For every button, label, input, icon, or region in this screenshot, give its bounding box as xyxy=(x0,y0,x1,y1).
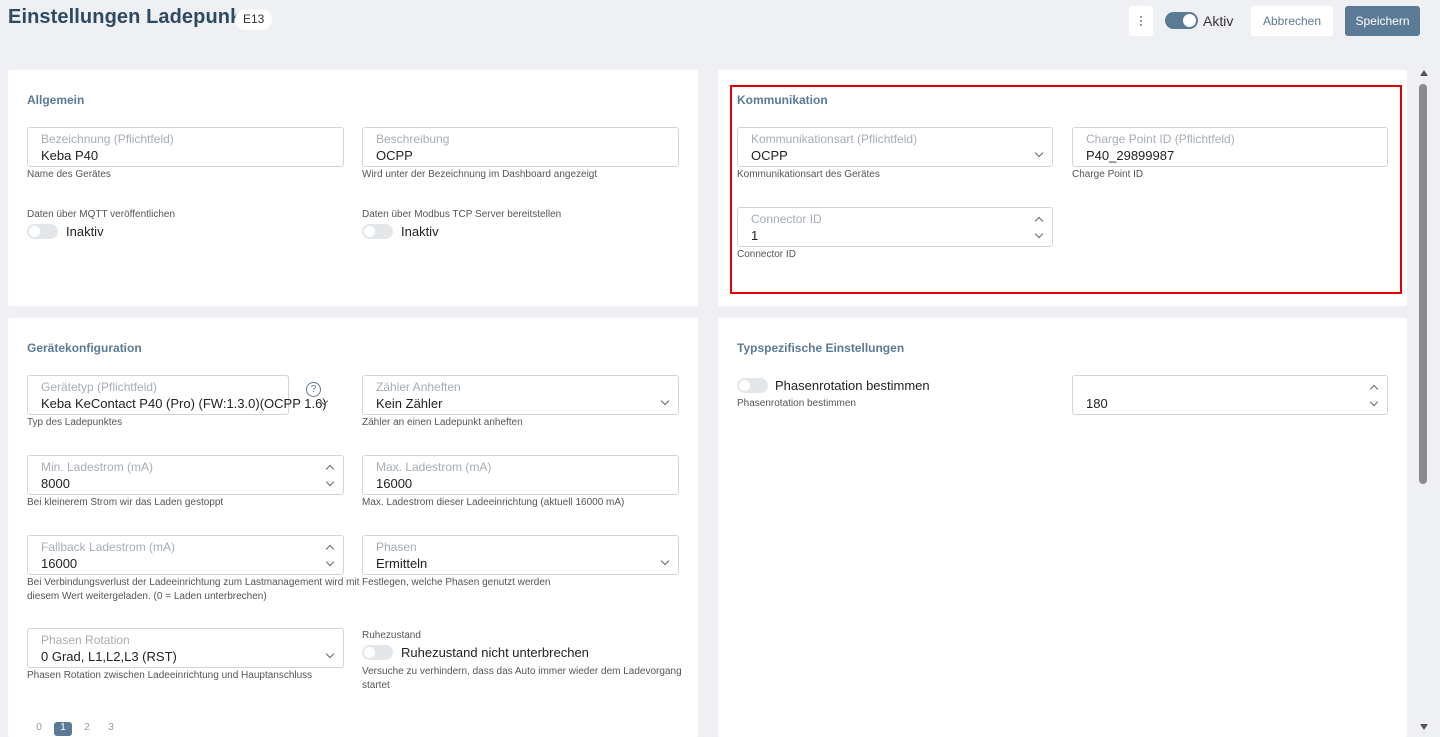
fallback-ladestrom-stepper[interactable]: Fallback Ladestrom (mA) 16000 xyxy=(27,535,344,575)
aktiv-toggle[interactable] xyxy=(1165,12,1198,29)
modbus-label: Daten über Modbus TCP Server bereitstell… xyxy=(362,209,562,220)
ruhezustand-label: Ruhezustand xyxy=(362,630,421,641)
zaehler-select[interactable]: Zähler Anheften Kein Zähler xyxy=(362,375,679,415)
aktiv-label: Aktiv xyxy=(1203,13,1234,29)
chevron-down-icon[interactable] xyxy=(1369,397,1379,407)
cancel-button[interactable]: Abbrechen xyxy=(1251,6,1333,36)
ruhezustand-toggle-label: Ruhezustand nicht unterbrechen xyxy=(401,645,589,660)
min-ladestrom-label: Min. Ladestrom (mA) xyxy=(41,460,154,474)
highlight-box xyxy=(730,85,1402,294)
degree-value: 180 xyxy=(1086,396,1108,411)
mqtt-toggle[interactable] xyxy=(27,224,58,239)
save-button[interactable]: Speichern xyxy=(1345,6,1420,36)
phasen-value: Ermitteln xyxy=(376,556,428,571)
max-ladestrom-field[interactable]: Max. Ladestrom (mA) 16000 xyxy=(362,455,679,495)
geraetetyp-label: Gerätetyp (Pflichtfeld) xyxy=(41,380,158,394)
pager-item-active[interactable]: 1 xyxy=(54,722,72,736)
scroll-down-arrow-icon[interactable] xyxy=(1420,724,1428,730)
degree-stepper[interactable]: 180 xyxy=(1072,375,1388,415)
chevron-down-icon[interactable] xyxy=(325,557,335,567)
phasenrotation-toggle[interactable] xyxy=(737,378,768,393)
phasen-rotation-select[interactable]: Phasen Rotation 0 Grad, L1,L2,L3 (RST) xyxy=(27,628,344,668)
ruhezustand-toggle[interactable] xyxy=(362,645,393,660)
min-ladestrom-help: Bei kleinerem Strom wir das Laden gestop… xyxy=(27,497,224,508)
ruhezustand-help-line1: Versuche zu verhindern, dass das Auto im… xyxy=(362,666,682,677)
fallback-help-line1: Bei Verbindungsverlust der Ladeeinrichtu… xyxy=(27,577,360,588)
beschreibung-field[interactable]: Beschreibung OCPP xyxy=(362,127,679,167)
scroll-up-arrow-icon[interactable] xyxy=(1420,70,1428,76)
zaehler-help: Zähler an einen Ladepunkt anheften xyxy=(362,417,523,428)
chevron-up-icon[interactable] xyxy=(1369,384,1379,394)
beschreibung-value: OCPP xyxy=(376,148,413,163)
geraetetyp-help: Typ des Ladepunktes xyxy=(27,417,123,428)
phasenrotation-toggle-label: Phasenrotation bestimmen xyxy=(775,378,930,393)
bezeichnung-value: Keba P40 xyxy=(41,148,99,163)
chevron-up-icon[interactable] xyxy=(325,464,335,474)
phasen-select[interactable]: Phasen Ermitteln xyxy=(362,535,679,575)
chevron-down-icon xyxy=(660,556,670,566)
mqtt-state: Inaktiv xyxy=(66,224,104,239)
more-options-icon[interactable] xyxy=(1129,6,1153,36)
bezeichnung-help: Name des Gerätes xyxy=(27,169,111,180)
chevron-down-icon xyxy=(660,396,670,406)
phasen-rotation-label: Phasen Rotation xyxy=(41,633,130,647)
modbus-toggle[interactable] xyxy=(362,224,393,239)
modbus-state: Inaktiv xyxy=(401,224,439,239)
chevron-down-icon xyxy=(325,649,335,659)
phasen-rotation-help: Phasen Rotation zwischen Ladeeinrichtung… xyxy=(27,670,313,681)
vertical-scrollbar[interactable] xyxy=(1418,70,1428,730)
min-ladestrom-stepper[interactable]: Min. Ladestrom (mA) 8000 xyxy=(27,455,344,495)
section-title-geraetekonfiguration: Gerätekonfiguration xyxy=(27,341,142,355)
geraetetyp-select[interactable]: Gerätetyp (Pflichtfeld) Keba KeContact P… xyxy=(27,375,327,415)
phasen-help: Festlegen, welche Phasen genutzt werden xyxy=(362,577,551,588)
pager-item[interactable]: 0 xyxy=(30,722,48,736)
bezeichnung-field[interactable]: Bezeichnung (Pflichtfeld) Keba P40 xyxy=(27,127,344,167)
zaehler-label: Zähler Anheften xyxy=(376,380,461,394)
min-ladestrom-value: 8000 xyxy=(41,476,70,491)
geraetetyp-value: Keba KeContact P40 (Pro) (FW:1.3.0)(OCPP… xyxy=(41,396,327,411)
section-title-allgemein: Allgemein xyxy=(27,93,85,107)
fallback-ladestrom-value: 16000 xyxy=(41,556,78,571)
phasen-label: Phasen xyxy=(376,540,417,554)
help-icon[interactable]: ? xyxy=(306,382,321,397)
page-header: Einstellungen Ladepunkt E13 Aktiv Abbrec… xyxy=(0,0,1440,56)
card-geraetekonfiguration: Gerätekonfiguration Gerätetyp (Pflichtfe… xyxy=(8,318,698,737)
phasen-rotation-value: 0 Grad, L1,L2,L3 (RST) xyxy=(41,649,177,664)
beschreibung-help: Wird unter der Bezeichnung im Dashboard … xyxy=(362,169,598,180)
max-ladestrom-help: Max. Ladestrom dieser Ladeeinrichtung (a… xyxy=(362,497,625,508)
zaehler-value: Kein Zähler xyxy=(376,396,443,411)
beschreibung-label: Beschreibung xyxy=(376,132,450,146)
max-ladestrom-value: 16000 xyxy=(376,476,413,491)
pager: 0 1 2 3 xyxy=(30,722,120,736)
mqtt-label: Daten über MQTT veröffentlichen xyxy=(27,209,176,220)
device-badge: E13 xyxy=(235,9,273,30)
chevron-down-icon[interactable] xyxy=(325,477,335,487)
fallback-ladestrom-label: Fallback Ladestrom (mA) xyxy=(41,540,176,554)
chevron-up-icon[interactable] xyxy=(325,544,335,554)
pager-item[interactable]: 2 xyxy=(78,722,96,736)
scrollbar-thumb[interactable] xyxy=(1419,84,1427,484)
card-allgemein: Allgemein Bezeichnung (Pflichtfeld) Keba… xyxy=(8,70,698,306)
fallback-help-line2: diesem Wert weitergeladen. (0 = Laden un… xyxy=(27,591,267,602)
card-typspezifisch: Typspezifische Einstellungen Phasenrotat… xyxy=(718,318,1407,737)
max-ladestrom-label: Max. Ladestrom (mA) xyxy=(376,460,492,474)
pager-item[interactable]: 3 xyxy=(102,722,120,736)
page-title: Einstellungen Ladepunkt xyxy=(8,6,249,28)
phasenrotation-help: Phasenrotation bestimmen xyxy=(737,398,856,409)
section-title-typspezifisch: Typspezifische Einstellungen xyxy=(737,341,905,355)
bezeichnung-label: Bezeichnung (Pflichtfeld) xyxy=(41,132,174,146)
ruhezustand-help-line2: startet xyxy=(362,680,390,691)
